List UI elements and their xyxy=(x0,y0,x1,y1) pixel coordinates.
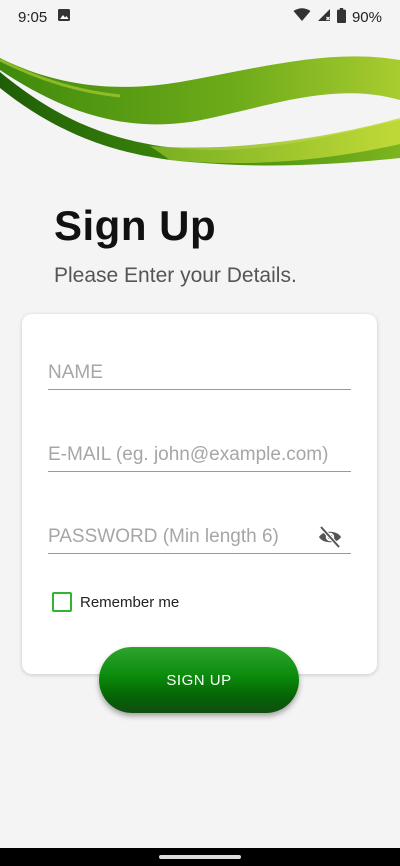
password-input-placeholder: PASSWORD (Min length 6) xyxy=(48,526,279,547)
signal-icon xyxy=(317,8,331,26)
remember-me-checkbox[interactable] xyxy=(52,592,72,612)
navigation-bar xyxy=(0,848,400,866)
battery-percent: 90% xyxy=(351,8,382,26)
image-icon xyxy=(57,8,71,26)
home-indicator[interactable] xyxy=(159,855,241,859)
header-wave-graphic xyxy=(0,56,400,166)
signup-form-card: NAME E-MAIL (eg. john@example.com) PASSW… xyxy=(22,314,377,674)
status-bar: 9:05 90% xyxy=(0,0,400,34)
status-time: 9:05 xyxy=(18,8,48,26)
name-field[interactable]: NAME xyxy=(48,362,351,390)
sign-up-button[interactable]: SIGN UP xyxy=(99,647,299,713)
visibility-off-icon[interactable] xyxy=(317,524,343,550)
remember-me-label: Remember me xyxy=(80,593,180,611)
remember-me-row[interactable]: Remember me xyxy=(52,592,179,612)
status-left: 9:05 xyxy=(18,8,71,26)
page-subtitle: Please Enter your Details. xyxy=(54,264,297,287)
name-input-placeholder: NAME xyxy=(48,362,103,383)
battery-icon xyxy=(336,7,346,27)
page-title: Sign Up xyxy=(54,202,217,249)
wifi-icon xyxy=(293,8,311,26)
email-field[interactable]: E-MAIL (eg. john@example.com) xyxy=(48,444,351,472)
password-field[interactable]: PASSWORD (Min length 6) xyxy=(48,524,351,554)
email-input-placeholder: E-MAIL (eg. john@example.com) xyxy=(48,444,329,465)
status-right: 90% xyxy=(293,7,382,27)
